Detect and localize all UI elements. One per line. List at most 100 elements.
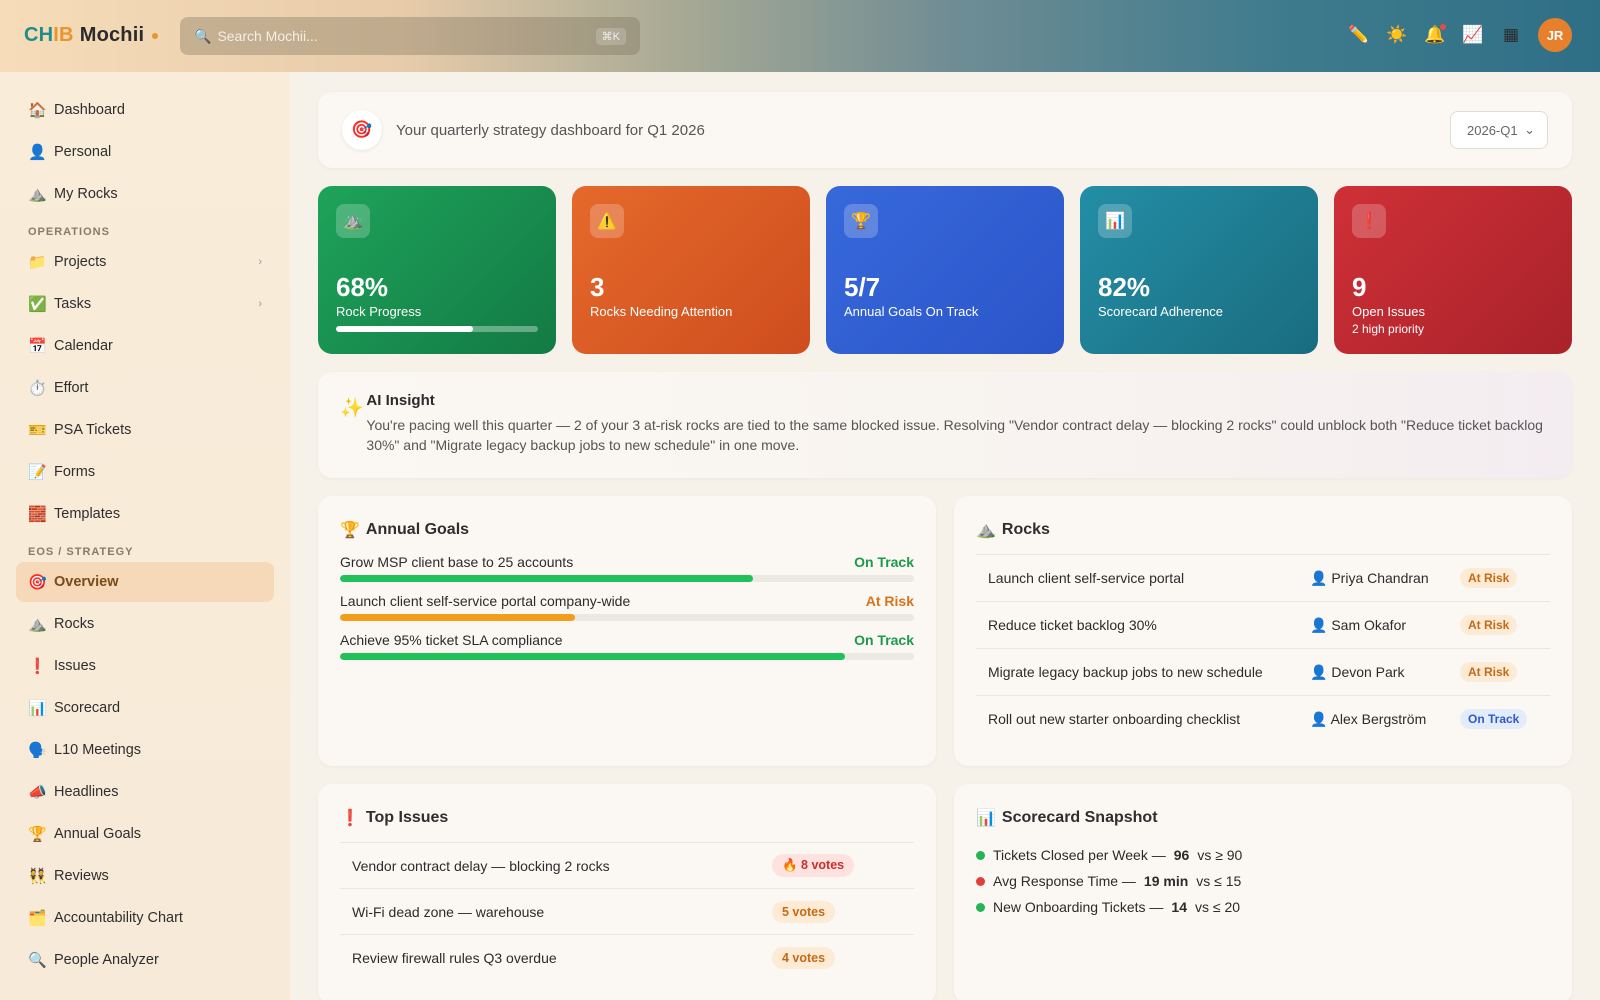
scorecard-metric[interactable]: Tickets Closed per Week — 96 vs ≥ 90	[976, 842, 1550, 868]
sidebar-item-label: Dashboard	[54, 102, 125, 118]
table-row[interactable]: Migrate legacy backup jobs to new schedu…	[976, 648, 1550, 695]
status-dot	[976, 902, 985, 912]
sidebar-item-people-analyzer[interactable]: 🔍 People Analyzer	[16, 940, 274, 980]
table-row[interactable]: Reduce ticket backlog 30% 👤 Sam Okafor At …	[976, 601, 1550, 648]
rock-title: Launch client self-service portal	[988, 570, 1185, 586]
sidebar-item-effort[interactable]: ⏱️ Effort	[16, 368, 274, 408]
chevron-right-icon: ›	[258, 256, 262, 268]
sidebar-item-issues[interactable]: ❗ Issues	[16, 646, 274, 686]
avatar[interactable]: JR	[1538, 18, 1572, 52]
sidebar-item-overview[interactable]: 🎯 Overview	[16, 562, 274, 602]
kpi-value: 5/7	[844, 272, 881, 302]
kpi-open-issues[interactable]: ❗ 9 Open Issues 2 high priority	[1334, 186, 1572, 354]
sidebar-item-tasks[interactable]: ✅ Tasks ›	[16, 284, 274, 324]
main-content: 🎯 Your quarterly strategy dashboard for …	[318, 92, 1572, 1000]
sidebar-item-annual-goals[interactable]: 🏆 Annual Goals	[16, 814, 274, 854]
insight-text: You're pacing well this quarter — 2 of y…	[366, 417, 1543, 453]
insight-title: AI Insight	[366, 392, 435, 409]
sidebar-item-templates[interactable]: 🧱 Templates	[16, 494, 274, 534]
bar-chart-icon: 📊	[976, 810, 996, 827]
quarter-select[interactable]: 2026-Q1 ⌄	[1450, 111, 1548, 149]
kpi-row: ⛰️ 68% Rock Progress ⚠️ 3 Rocks Needing …	[318, 186, 1572, 354]
search-icon: 🔍	[194, 27, 212, 44]
trophy-icon: 🏆	[844, 204, 878, 238]
reviews-icon: 👯	[28, 868, 47, 885]
page-subtitle: Your quarterly strategy dashboard for Q1…	[396, 121, 705, 139]
sidebar-item-label: Projects	[54, 254, 107, 270]
sidebar-item-rocks[interactable]: ⛰️ Rocks	[16, 604, 274, 644]
sidebar-item-label: Tasks	[54, 296, 92, 312]
scorecard-panel: 📊 Scorecard Snapshot Tickets Closed per W…	[954, 784, 1572, 1000]
list-item[interactable]: Wi-Fi dead zone — warehouse 5 votes	[340, 888, 914, 934]
status-dot	[976, 876, 985, 886]
app-name: Mochii	[79, 24, 145, 46]
sidebar-item-accountability-chart[interactable]: 🗂️ Accountability Chart	[16, 898, 274, 938]
chevron-down-icon: ⌄	[1524, 122, 1535, 137]
quarter-value: 2026-Q1	[1467, 122, 1518, 138]
app-logo[interactable]: CH IB Mochii	[24, 24, 159, 47]
sidebar-item-l10-meetings[interactable]: 🗣️ L10 Meetings	[16, 730, 274, 770]
kpi-value: 82%	[1098, 272, 1151, 302]
issue-title: Vendor contract delay — blocking 2 rocks	[352, 857, 610, 874]
sidebar-item-label: L10 Meetings	[54, 742, 142, 758]
goal-status: At Risk	[865, 593, 914, 609]
grid-icon[interactable]: ▦	[1500, 24, 1522, 46]
warning-icon: ⚠️	[590, 204, 624, 238]
pencil-icon[interactable]: ✏️	[1348, 24, 1370, 46]
sun-icon[interactable]: ☀️	[1386, 24, 1408, 46]
owner-name: Priya Chandran	[1331, 569, 1429, 586]
metric-name: New Onboarding Tickets —	[993, 899, 1164, 915]
sparkles-icon: ✨	[340, 398, 364, 419]
table-row[interactable]: Launch client self-service portal 👤 Priya…	[976, 554, 1550, 601]
goal-progress-fill	[340, 575, 754, 582]
kpi-scorecard[interactable]: 📊 82% Scorecard Adherence	[1080, 186, 1318, 354]
bell-icon[interactable]: 🔔	[1424, 24, 1446, 46]
metric-value: 96	[1173, 847, 1190, 863]
owner-name: Alex Bergström	[1330, 710, 1427, 727]
scorecard-metric[interactable]: New Onboarding Tickets — 14 vs ≤ 20	[976, 894, 1550, 920]
psa-tickets-icon: 🎫	[28, 422, 47, 439]
list-item[interactable]: Review firewall rules Q3 overdue 4 votes	[340, 934, 914, 980]
sidebar-item-personal[interactable]: 👤 Personal	[16, 132, 274, 172]
sidebar-item-label: PSA Tickets	[54, 422, 132, 438]
sidebar-item-my-rocks[interactable]: ⛰️ My Rocks	[16, 174, 274, 214]
goal-label: Achieve 95% ticket SLA compliance	[340, 632, 563, 648]
sidebar-item-label: Calendar	[54, 338, 113, 354]
kpi-annual-goals[interactable]: 🏆 5/7 Annual Goals On Track	[826, 186, 1064, 354]
user-icon: 👤	[1310, 616, 1328, 633]
chart-icon[interactable]: 📈	[1462, 24, 1484, 46]
search-input[interactable]: 🔍 Search Mochii... ⌘K	[180, 17, 640, 55]
kpi-label: Open Issues	[1352, 304, 1425, 319]
sidebar-item-psa-tickets[interactable]: 🎫 PSA Tickets	[16, 410, 274, 450]
ai-insight: ✨ AI Insight You're pacing well this qua…	[318, 372, 1572, 478]
goal-item[interactable]: Grow MSP client base to 25 accounts On Tr…	[340, 554, 914, 582]
sidebar-item-projects[interactable]: 📁 Projects ›	[16, 242, 274, 282]
sidebar-item-scorecard[interactable]: 📊 Scorecard	[16, 688, 274, 728]
owner-name: Devon Park	[1331, 663, 1405, 680]
sidebar-item-headlines[interactable]: 📣 Headlines	[16, 772, 274, 812]
goal-item[interactable]: Launch client self-service portal compan…	[340, 593, 914, 621]
table-row[interactable]: Roll out new starter onboarding checklis…	[976, 695, 1550, 742]
mountain-icon: ⛰️	[976, 522, 996, 539]
sidebar-item-label: Rocks	[54, 616, 95, 632]
rock-owner: 👤 Alex Bergström	[1310, 711, 1460, 728]
kpi-rock-progress[interactable]: ⛰️ 68% Rock Progress	[318, 186, 556, 354]
sidebar-item-calendar[interactable]: 📅 Calendar	[16, 326, 274, 366]
target-icon: 🎯	[342, 110, 382, 150]
goal-item[interactable]: Achieve 95% ticket SLA compliance On Trac…	[340, 632, 914, 660]
header-card: 🎯 Your quarterly strategy dashboard for …	[318, 92, 1572, 168]
goal-progress-bar	[340, 614, 914, 621]
sidebar-item-label: Scorecard	[54, 700, 121, 716]
panel-title: Top Issues	[365, 809, 449, 826]
sidebar-item-label: Templates	[54, 506, 121, 522]
kpi-rocks-attention[interactable]: ⚠️ 3 Rocks Needing Attention	[572, 186, 810, 354]
metric-name: Avg Response Time —	[993, 873, 1136, 889]
sidebar-item-label: Reviews	[54, 868, 109, 884]
sidebar-item-reviews[interactable]: 👯 Reviews	[16, 856, 274, 896]
list-item[interactable]: Vendor contract delay — blocking 2 rocks…	[340, 842, 914, 888]
sidebar-item-forms[interactable]: 📝 Forms	[16, 452, 274, 492]
sidebar-item-dashboard[interactable]: 🏠 Dashboard	[16, 90, 274, 130]
effort-icon: ⏱️	[28, 380, 47, 397]
scorecard-metric[interactable]: Avg Response Time — 19 min vs ≤ 15	[976, 868, 1550, 894]
issues-icon: ❗	[28, 658, 47, 675]
